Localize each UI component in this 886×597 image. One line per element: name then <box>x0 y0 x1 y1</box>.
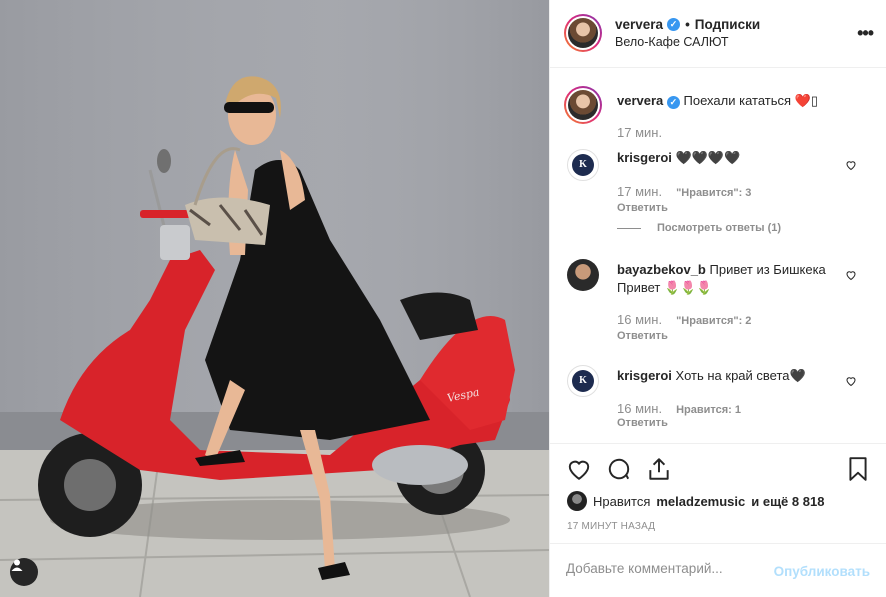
post-side-panel: ververa ✓ • Подписки Вело-Кафе САЛЮТ •••… <box>549 0 886 597</box>
comment-avatar[interactable]: K <box>567 149 599 181</box>
comment-time: 16 мин. <box>617 401 663 416</box>
comment-item: bayazbekov_b Привет из Бишкека Привет 🌷🌷… <box>617 261 842 297</box>
view-replies-label: Посмотреть ответы (1) <box>657 222 782 234</box>
verified-badge-icon: ✓ <box>666 96 680 109</box>
comment-username[interactable]: krisgeroi <box>617 368 672 383</box>
comment-likes[interactable]: "Нравится": 2 <box>676 315 751 327</box>
comment-like-heart-icon[interactable] <box>845 375 857 387</box>
post-timestamp[interactable]: 17 МИНУТ НАЗАД <box>567 521 655 532</box>
caption-text: Поехали кататься ❤️▯ <box>683 93 818 108</box>
comment-text: Хоть на край света🖤 <box>675 368 806 383</box>
author-line: ververa ✓ • Подписки <box>615 17 760 32</box>
caption-avatar[interactable] <box>564 86 602 124</box>
comment-time: 17 мин. <box>617 184 663 199</box>
post-photo[interactable]: Vespa <box>0 0 549 597</box>
caption-time: 17 мин. <box>617 125 663 140</box>
comment-meta: 16 мин. "Нравится": 2 <box>617 312 751 327</box>
user-tag-icon[interactable] <box>10 558 38 586</box>
scooter-photo-illustration: Vespa <box>0 0 549 597</box>
view-replies-button[interactable]: Посмотреть ответы (1) <box>617 222 781 234</box>
likes-prefix: Нравится <box>593 493 651 509</box>
likes-count[interactable]: и ещё 8 818 <box>751 494 824 509</box>
comment-time: 16 мин. <box>617 312 663 327</box>
comment-avatar[interactable] <box>567 259 599 291</box>
share-icon[interactable] <box>646 456 672 482</box>
reply-button[interactable]: Ответить <box>617 330 668 342</box>
comment-like-heart-icon[interactable] <box>845 159 857 171</box>
comment-input[interactable] <box>566 561 766 576</box>
comment-item: krisgeroi 🖤🖤🖤🖤 <box>617 149 842 167</box>
post-header: ververa ✓ • Подписки Вело-Кафе САЛЮТ ••• <box>550 0 886 68</box>
caption-username[interactable]: ververa <box>617 93 663 108</box>
following-button[interactable]: Подписки <box>695 17 760 32</box>
caption: ververa ✓ Поехали кататься ❤️▯ <box>617 92 842 110</box>
comment-meta: 16 мин. Нравится: 1 <box>617 401 741 416</box>
author-username[interactable]: ververa <box>615 17 663 32</box>
separator-dot: • <box>685 17 690 32</box>
more-options-icon[interactable]: ••• <box>857 23 874 44</box>
author-avatar[interactable] <box>564 14 602 52</box>
post-actions: Нравится meladzemusic и ещё 8 818 17 МИН… <box>550 443 886 543</box>
post-comment-button[interactable]: Опубликовать <box>774 564 870 579</box>
comment-like-heart-icon[interactable] <box>845 269 857 281</box>
reply-button[interactable]: Ответить <box>617 417 668 429</box>
location-link[interactable]: Вело-Кафе САЛЮТ <box>615 35 729 49</box>
comment-username[interactable]: bayazbekov_b <box>617 262 706 277</box>
add-comment-bar: Опубликовать <box>550 543 886 597</box>
comments-list[interactable]: ververa ✓ Поехали кататься ❤️▯ 17 мин. K… <box>550 69 886 442</box>
comment-avatar[interactable]: K <box>567 365 599 397</box>
caption-meta: 17 мин. <box>617 125 662 140</box>
comment-item: krisgeroi Хоть на край света🖤 <box>617 367 842 385</box>
comment-meta: 17 мин. "Нравится": 3 <box>617 184 751 199</box>
liker-avatar[interactable] <box>567 491 587 511</box>
comment-text: 🖤🖤🖤🖤 <box>675 150 741 165</box>
comment-likes[interactable]: "Нравится": 3 <box>676 187 751 199</box>
verified-badge-icon: ✓ <box>667 18 681 31</box>
comment-icon[interactable] <box>606 456 632 482</box>
likes-summary[interactable]: Нравится meladzemusic и ещё 8 818 <box>567 491 824 511</box>
heart-icon[interactable] <box>566 456 592 482</box>
bookmark-icon[interactable] <box>845 456 871 482</box>
replies-divider <box>617 227 641 229</box>
liker-username[interactable]: meladzemusic <box>656 494 745 509</box>
reply-button[interactable]: Ответить <box>617 202 668 214</box>
comment-likes[interactable]: Нравится: 1 <box>676 404 741 416</box>
comment-username[interactable]: krisgeroi <box>617 150 672 165</box>
